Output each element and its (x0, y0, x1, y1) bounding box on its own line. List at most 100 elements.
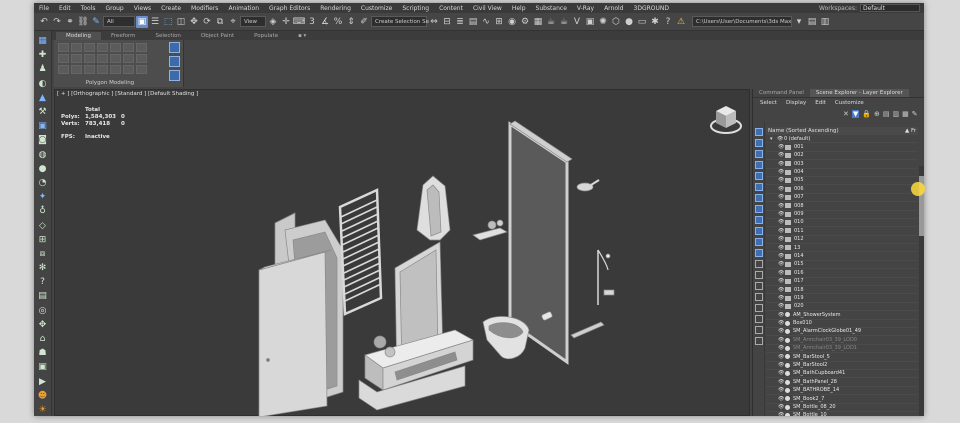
eye-icon[interactable]: 👁 (778, 378, 785, 386)
bulb-icon[interactable]: ♁ (36, 205, 49, 217)
workspace-select[interactable]: Default (860, 4, 920, 12)
menu-animation[interactable]: Animation (223, 5, 264, 12)
redo-icon[interactable]: ↷ (51, 16, 63, 28)
camera-icon[interactable]: ● (36, 163, 49, 175)
vray-sphere-icon[interactable]: ● (623, 16, 635, 28)
polygon-modeling-label[interactable]: Polygon Modeling (54, 80, 166, 86)
display-geometry-icon[interactable] (754, 139, 763, 147)
render-iterative-icon[interactable]: ☕ (558, 16, 570, 28)
list-item[interactable]: 👁 SM_BathCupboard41 (766, 370, 918, 379)
tab-object-paint[interactable]: Object Paint (191, 32, 244, 40)
hierarchy-icon[interactable]: ♟ (36, 63, 49, 75)
ribbon-tool-button[interactable] (71, 54, 82, 63)
lamp-icon[interactable]: ☀ (36, 404, 49, 416)
spinner-snap-icon[interactable]: ⇕ (345, 16, 357, 28)
list-item[interactable]: 👁 017 (766, 277, 918, 287)
layer-add-icon[interactable]: ▤ (883, 110, 890, 118)
light-icon[interactable]: ✦ (36, 191, 49, 203)
warning-icon[interactable]: ⚠ (675, 16, 687, 28)
ribbon-tool-button[interactable] (110, 65, 121, 74)
curve-editor-icon[interactable]: ∿ (480, 16, 492, 28)
vray-proxy-icon[interactable]: ⬡ (610, 16, 622, 28)
eye-icon[interactable]: 👁 (777, 135, 784, 143)
scene-explorer-scrollbar[interactable] (919, 166, 924, 416)
tab-modeling[interactable]: Modeling (56, 32, 102, 40)
list-item[interactable]: 👁 007 (766, 194, 918, 203)
tab-scene-explorer[interactable]: Scene Explorer - Layer Explorer (809, 89, 909, 97)
list-item[interactable]: 👁 006 (766, 185, 918, 194)
render-icon[interactable]: ▣ (36, 361, 49, 373)
project-folder-icon[interactable]: ▤ (806, 16, 818, 28)
display-containers-icon[interactable] (754, 238, 763, 246)
ribbon-tool-button[interactable] (58, 54, 69, 63)
ribbon-tool-button[interactable] (71, 43, 82, 52)
ribbon-tool-button[interactable] (84, 43, 95, 52)
eye-icon[interactable]: 👁 (778, 411, 785, 416)
select-object-icon[interactable]: ▣ (136, 15, 148, 28)
close-icon[interactable]: ✕ (843, 110, 849, 118)
display-cameras-icon[interactable] (754, 172, 763, 180)
placement-icon[interactable]: ⌖ (227, 16, 239, 28)
ribbon-options-icon[interactable]: ▪ ▾ (288, 32, 316, 40)
list-item[interactable]: 👁 SM_Bottle_08_20 (766, 404, 918, 412)
list-item[interactable]: 👁 SM_Book2_7 (766, 395, 918, 404)
display-groups-icon[interactable] (754, 205, 763, 213)
menu-vray[interactable]: V-Ray (572, 5, 599, 12)
reference-coordinate-select[interactable]: View (240, 16, 266, 27)
eye-icon[interactable]: 👁 (778, 260, 785, 268)
ribbon-tool-button[interactable] (110, 43, 121, 52)
ribbon-side-button[interactable] (169, 56, 180, 67)
ribbon-tool-button[interactable] (58, 65, 69, 74)
align-icon[interactable]: ⊟ (441, 16, 453, 28)
list-item[interactable]: 👁 020 (766, 302, 918, 312)
rectangle-selection-icon[interactable]: ⬚ (162, 16, 174, 28)
eye-icon[interactable]: 👁 (778, 185, 785, 193)
eye-icon[interactable]: 👁 (778, 151, 785, 159)
unlink-icon[interactable]: ⛓ (77, 16, 89, 28)
lock-icon[interactable]: ◍ (36, 149, 49, 161)
eye-icon[interactable]: 👁 (778, 277, 785, 285)
ribbon-tool-button[interactable] (110, 54, 121, 63)
link-icon[interactable]: ⚭ (64, 16, 76, 28)
select-invert-icon[interactable] (754, 337, 763, 345)
display-frozen-icon[interactable] (754, 249, 763, 257)
menu-create[interactable]: Create (156, 5, 186, 12)
character-icon[interactable]: ☻ (36, 390, 49, 402)
isolate-icon[interactable]: ◙ (36, 134, 49, 146)
angle-snap-icon[interactable]: ∡ (319, 16, 331, 28)
tab-selection[interactable]: Selection (146, 32, 191, 40)
bathroom-scene-model[interactable] (55, 90, 751, 416)
menu-content[interactable]: Content (434, 5, 468, 12)
list-item[interactable]: 👁 001 (766, 143, 918, 152)
menu-rendering[interactable]: Rendering (315, 5, 356, 12)
ribbon-side-button[interactable] (169, 70, 180, 81)
list-item[interactable]: 👁 13 (766, 244, 918, 253)
display-shapes-icon[interactable] (754, 150, 763, 158)
eye-icon[interactable]: 👁 (778, 202, 785, 210)
eye-icon[interactable]: 👁 (778, 311, 785, 319)
layer-select-icon[interactable]: ▦ (902, 110, 909, 118)
filter-icon[interactable]: ▼ (851, 110, 860, 118)
shape-icon[interactable]: ◇ (36, 219, 49, 231)
expand-icon[interactable]: ▾ (770, 135, 777, 143)
find-icon[interactable]: ⊕ (874, 110, 880, 118)
menu-file[interactable]: File (34, 5, 54, 12)
list-item[interactable]: 👁 004 (766, 169, 918, 177)
eye-icon[interactable]: 👁 (778, 227, 785, 235)
display-children-icon[interactable] (754, 271, 763, 279)
eye-icon[interactable]: 👁 (778, 252, 785, 260)
eye-icon[interactable]: 👁 (778, 302, 785, 310)
list-item[interactable]: 👁 SM_Bottle_10 (766, 412, 918, 416)
ribbon-tool-button[interactable] (84, 54, 95, 63)
list-item[interactable]: 👁 014 (766, 252, 918, 261)
eye-icon[interactable]: 👁 (778, 286, 785, 294)
sync-selection-icon[interactable] (754, 293, 763, 301)
create-icon[interactable]: ▦ (36, 35, 49, 47)
eye-icon[interactable]: 👁 (778, 235, 785, 243)
list-item[interactable]: 👁 002 (766, 151, 918, 161)
list-item[interactable]: 👁 018 (766, 286, 918, 295)
tab-freeform[interactable]: Freeform (101, 32, 146, 40)
eye-icon[interactable]: 👁 (778, 176, 785, 184)
display-all-icon[interactable] (754, 128, 763, 136)
ribbon-tool-button[interactable] (123, 65, 134, 74)
